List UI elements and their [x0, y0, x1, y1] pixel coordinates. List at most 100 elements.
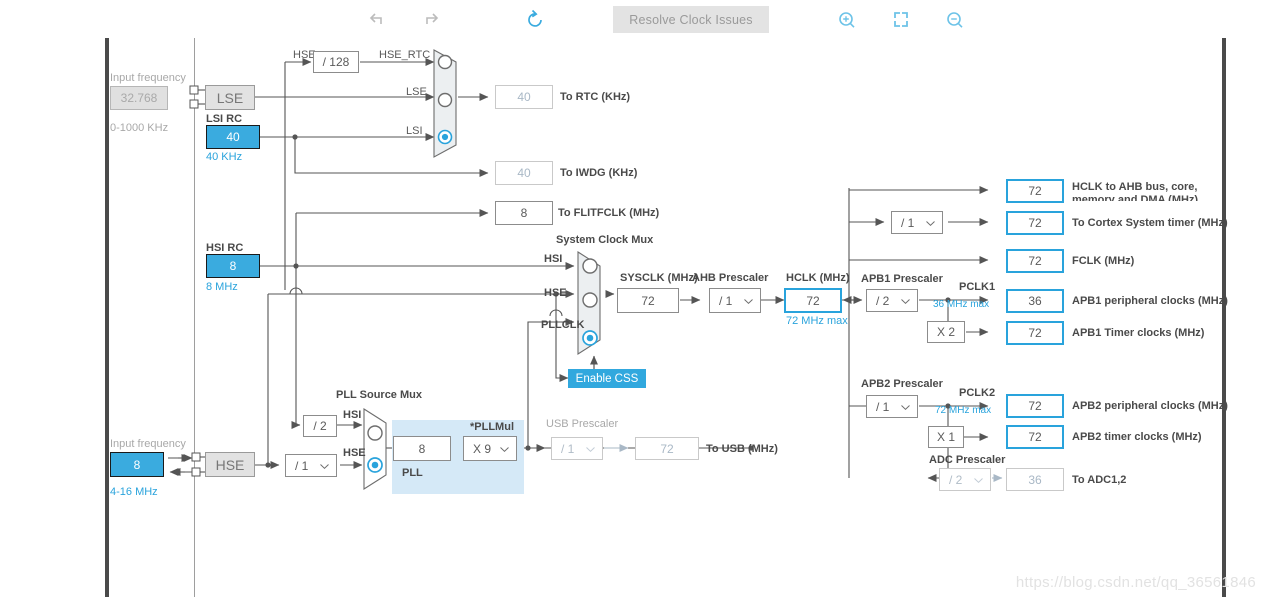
apb2-prescaler-select[interactable]: / 1: [866, 395, 918, 418]
pllmul-value: X 9: [473, 441, 492, 456]
ahb-prescaler-select[interactable]: / 1: [709, 288, 761, 313]
to-rtc-value: 40: [495, 85, 553, 109]
hse-input-frequency-label: Input frequency: [110, 438, 186, 450]
fclk-value: 72: [1006, 249, 1064, 273]
apb2-timer-value: 72: [1006, 425, 1064, 449]
lse-input-frequency-label: Input frequency: [110, 72, 186, 84]
apb2-max-label: 72 MHz max: [935, 405, 992, 416]
apb2-prescaler-title: APB2 Prescaler: [861, 378, 943, 390]
system-clock-mux-title: System Clock Mux: [556, 234, 654, 246]
sysclk-mux-input-pllclk-label: PLLCLK: [541, 319, 585, 331]
enable-css-button[interactable]: Enable CSS: [568, 369, 646, 388]
to-adc-value: 36: [1006, 468, 1064, 491]
apb2-prescaler-value: / 1: [876, 399, 890, 414]
hse-rtc-divider: / 128: [313, 51, 359, 73]
pll-source-mux: [363, 407, 387, 491]
hclk-value: 72: [784, 288, 842, 313]
to-usb-value: 72: [635, 437, 699, 460]
hse-prescaler-value: / 1: [295, 458, 309, 473]
chevron-down-icon: [901, 298, 910, 304]
hsi-value-field[interactable]: 8: [206, 254, 260, 278]
hclk-title: HCLK (MHz): [786, 272, 850, 284]
toolbar: Resolve Clock Issues: [0, 0, 1264, 40]
sysclk-mux-input-hse-label: HSE: [544, 287, 567, 299]
resolve-clock-issues-button[interactable]: Resolve Clock Issues: [613, 6, 769, 33]
ahb-prescaler-value: / 1: [719, 293, 733, 308]
pllmul-title: *PLLMul: [470, 421, 514, 433]
cortex-systick-label: To Cortex System timer (MHz): [1072, 217, 1228, 229]
chevron-down-icon: [926, 220, 935, 226]
adc-prescaler-select[interactable]: / 2: [939, 468, 991, 491]
rtc-source-mux: [433, 49, 457, 158]
lse-oscillator[interactable]: LSE: [205, 85, 255, 110]
rtc-mux-input-lse-label: LSE: [406, 86, 427, 98]
pclk1-label: PCLK1: [959, 281, 996, 293]
to-usb-label: To USB (MHz): [706, 443, 778, 455]
cortex-systick-prescaler-value: / 1: [901, 215, 915, 230]
chevron-down-icon: [744, 298, 753, 304]
apb1-max-label: 36 MHz max: [933, 299, 990, 310]
rtc-mux-input-lsi-label: LSI: [406, 125, 423, 137]
pll-input-value: 8: [393, 436, 451, 461]
usb-prescaler-title: USB Prescaler: [546, 418, 619, 430]
hsi-title: HSI RC: [206, 242, 244, 254]
right-page-rail: [1222, 38, 1226, 597]
cortex-systick-value: 72: [1006, 211, 1064, 235]
hse-prescaler-select[interactable]: / 1: [285, 454, 337, 477]
hclk-max-label: 72 MHz max: [786, 315, 848, 327]
apb1-prescaler-value: / 2: [876, 293, 890, 308]
pll-mux-input-hsi-label: HSI: [343, 409, 362, 421]
apb2-timer-label: APB2 timer clocks (MHz): [1072, 431, 1202, 443]
lsi-title: LSI RC: [206, 113, 243, 125]
to-rtc-label: To RTC (KHz): [560, 91, 631, 103]
chevron-down-icon: [320, 463, 329, 469]
zoom-in-icon[interactable]: [834, 8, 860, 32]
zoom-out-icon[interactable]: [942, 8, 968, 32]
apb1-prescaler-title: APB1 Prescaler: [861, 273, 943, 285]
undo-icon[interactable]: [364, 8, 390, 32]
sysclk-value: 72: [617, 288, 679, 313]
usb-prescaler-select[interactable]: / 1: [551, 437, 603, 460]
redo-icon[interactable]: [418, 8, 444, 32]
hse-range-label: 4-16 MHz: [110, 486, 158, 498]
reset-icon[interactable]: [523, 8, 549, 32]
apb2-peripheral-label: APB2 peripheral clocks (MHz): [1072, 400, 1228, 412]
chevron-down-icon: [974, 477, 983, 483]
apb1-peripheral-label: APB1 peripheral clocks (MHz): [1072, 295, 1228, 307]
to-iwdg-label: To IWDG (KHz): [560, 167, 638, 179]
pllmul-select[interactable]: X 9: [463, 436, 517, 461]
left-inner-rail: [194, 38, 195, 597]
left-page-rail: [105, 38, 109, 597]
adc-prescaler-title: ADC Prescaler: [929, 454, 1006, 466]
hse-rtc-label: HSE_RTC: [379, 49, 431, 61]
apb1-timer-label: APB1 Timer clocks (MHz): [1072, 327, 1205, 339]
hse-oscillator[interactable]: HSE: [205, 452, 255, 477]
hse-input-frequency-field[interactable]: 8: [110, 452, 164, 477]
pll-hsi-divider: / 2: [303, 415, 337, 437]
apb2-timer-multiplier: X 1: [928, 426, 964, 448]
cortex-systick-prescaler-select[interactable]: / 1: [891, 211, 943, 234]
to-flitfclk-label: To FLITFCLK (MHz): [558, 207, 660, 219]
to-adc-label: To ADC1,2: [1072, 474, 1127, 486]
system-clock-mux: [577, 250, 601, 372]
fit-to-screen-icon[interactable]: [888, 8, 914, 32]
lse-range-label: 0-1000 KHz: [110, 122, 169, 134]
apb1-prescaler-select[interactable]: / 2: [866, 289, 918, 312]
sysclk-title: SYSCLK (MHz): [620, 272, 698, 284]
lse-input-frequency-field[interactable]: 32.768: [110, 86, 168, 110]
sysclk-mux-input-hsi-label: HSI: [544, 253, 563, 265]
fclk-label: FCLK (MHz): [1072, 255, 1135, 267]
adc-prescaler-value: / 2: [949, 472, 963, 487]
hclk-ahb-label: HCLK to AHB bus, core, memory and DMA (M…: [1072, 181, 1199, 201]
chevron-down-icon: [500, 446, 509, 452]
pll-source-mux-title: PLL Source Mux: [336, 389, 422, 401]
lsi-unit-label: 40 KHz: [206, 151, 243, 163]
apb2-peripheral-value: 72: [1006, 394, 1064, 418]
watermark: https://blog.csdn.net/qq_36561846: [1015, 574, 1256, 591]
lsi-value-field[interactable]: 40: [206, 125, 260, 149]
chevron-down-icon: [586, 446, 595, 452]
apb1-timer-value: 72: [1006, 321, 1064, 345]
to-iwdg-value: 40: [495, 161, 553, 185]
apb1-peripheral-value: 36: [1006, 289, 1064, 313]
ahb-prescaler-title: AHB Prescaler: [692, 272, 769, 284]
